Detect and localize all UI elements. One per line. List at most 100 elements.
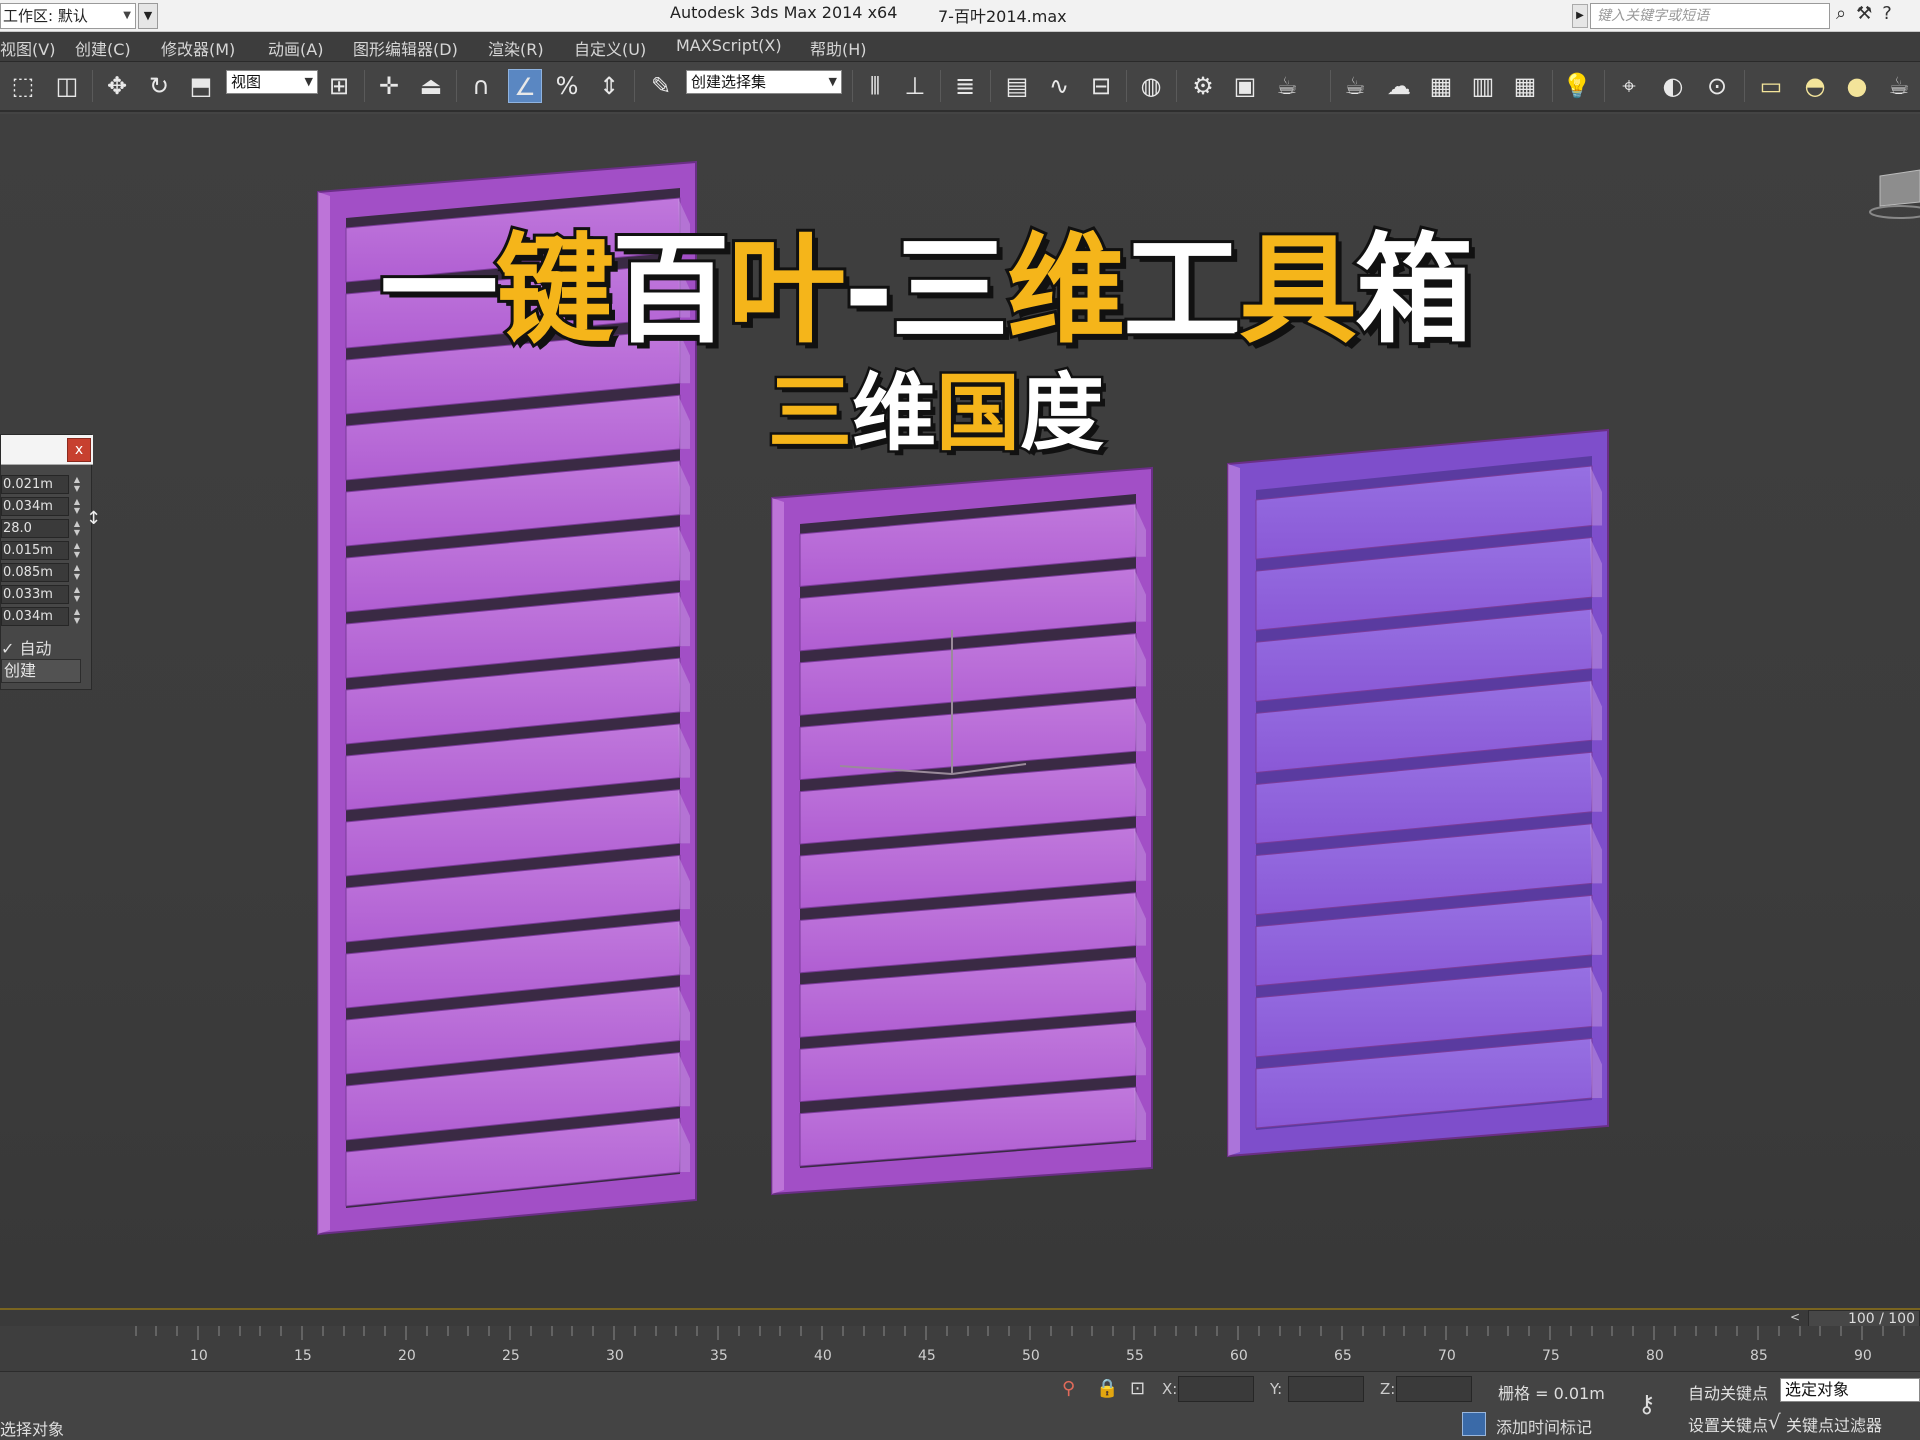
keyboard-shortcut-override-icon[interactable]: ⏏ bbox=[414, 69, 448, 103]
param-field[interactable]: 0.021m bbox=[1, 475, 69, 494]
media-icon[interactable]: ▦ bbox=[1424, 69, 1458, 103]
overlay-char: - bbox=[841, 218, 896, 362]
toolbar-separator bbox=[1126, 70, 1127, 102]
track-bar[interactable]: 10152025303540455055606570758085909510 bbox=[0, 1326, 1920, 1372]
cloud-render-icon[interactable]: ☁ bbox=[1382, 69, 1416, 103]
overlay-title-text: 一键百叶-三维工具箱 bbox=[377, 218, 1476, 362]
time-slider[interactable]: < 100 / 100 bbox=[0, 1308, 1920, 1328]
schematic-view-icon[interactable]: ⊟ bbox=[1084, 69, 1118, 103]
menu-customize[interactable]: 自定义(U) bbox=[574, 36, 646, 60]
y-coord-label: Y: bbox=[1270, 1380, 1283, 1398]
menu-rendering[interactable]: 渲染(R) bbox=[488, 36, 544, 60]
render-production-icon[interactable]: ☕ bbox=[1270, 69, 1304, 103]
key-mode-select[interactable]: 选定对象 bbox=[1780, 1378, 1920, 1402]
key-tool-icon[interactable]: ⚒ bbox=[1856, 3, 1882, 24]
set-key-button[interactable]: 设置关键点 bbox=[1688, 1412, 1768, 1436]
rotate-icon[interactable]: ↻ bbox=[142, 69, 176, 103]
spinner-icon[interactable]: ▲ ▼ bbox=[71, 497, 83, 516]
search-expand-icon[interactable]: ▶ bbox=[1572, 4, 1588, 28]
quick-access-dropdown-icon[interactable]: ▼ bbox=[138, 3, 158, 29]
ruler-label: 45 bbox=[918, 1348, 936, 1364]
auto-checkbox[interactable]: ✓ 自动 bbox=[1, 635, 52, 659]
spinner-icon[interactable]: ▲ ▼ bbox=[71, 563, 83, 582]
scale-icon[interactable]: ⬒ bbox=[184, 69, 218, 103]
sphere-half-icon[interactable]: ◐ bbox=[1656, 69, 1690, 103]
material-editor-icon[interactable]: ◍ bbox=[1134, 69, 1168, 103]
teapot-icon[interactable]: ☕ bbox=[1338, 69, 1372, 103]
search-input[interactable]: 键入关键字或短语 bbox=[1590, 3, 1830, 29]
viewcube-icon[interactable] bbox=[1869, 169, 1920, 219]
x-coord-field[interactable] bbox=[1178, 1376, 1254, 1402]
spinner-icon[interactable]: ▲ ▼ bbox=[71, 607, 83, 626]
curve-editor-icon[interactable]: ∿ bbox=[1042, 69, 1076, 103]
pivot-center-icon[interactable]: ⊞ bbox=[322, 69, 356, 103]
select-manipulate-icon[interactable]: ✛ bbox=[372, 69, 406, 103]
menu-help[interactable]: 帮助(H) bbox=[810, 36, 867, 60]
toolbar-separator bbox=[1744, 70, 1745, 102]
param-field[interactable]: 0.085m bbox=[1, 563, 69, 582]
param-field[interactable]: 0.015m bbox=[1, 541, 69, 560]
file-title: 7-百叶2014.max bbox=[938, 7, 1067, 26]
reference-coordinate-select[interactable]: 视图 ▼ bbox=[226, 70, 318, 94]
previous-frame-icon[interactable]: < bbox=[1783, 1310, 1807, 1326]
toolbar-separator bbox=[1330, 70, 1331, 102]
param-field[interactable]: 28.0 bbox=[1, 519, 69, 538]
y-coord-field[interactable] bbox=[1288, 1376, 1364, 1402]
time-tag-icon[interactable] bbox=[1462, 1412, 1486, 1436]
spinner-icon[interactable]: ▲ ▼ bbox=[71, 585, 83, 604]
selection-lock-icon[interactable]: 🔒 bbox=[1096, 1378, 1118, 1399]
named-selection-set-select[interactable]: 创建选择集 ▼ bbox=[686, 70, 842, 94]
spinner-icon[interactable]: ▲ ▼ bbox=[71, 519, 83, 538]
spinner-icon[interactable]: ▲ ▼ bbox=[71, 541, 83, 560]
panel-icon[interactable]: ▥ bbox=[1466, 69, 1500, 103]
param-field[interactable]: 0.034m bbox=[1, 497, 69, 516]
perspective-viewport[interactable]: 一键百叶-三维工具箱 三维国度 bbox=[0, 114, 1920, 1308]
ruler-label: 10 bbox=[190, 1348, 208, 1364]
edit-named-selection-icon[interactable]: ✎ bbox=[644, 69, 678, 103]
layer-manager-icon[interactable]: ≣ bbox=[948, 69, 982, 103]
render-setup-icon[interactable]: ⚙ bbox=[1186, 69, 1220, 103]
spinner-snap-icon[interactable]: ⇕ bbox=[592, 69, 626, 103]
snaps-toggle-icon[interactable]: ∩ bbox=[464, 69, 498, 103]
auto-key-button[interactable]: 自动关键点 bbox=[1688, 1380, 1768, 1404]
workspace-selector[interactable]: 工作区: 默认 ▼ bbox=[0, 3, 136, 29]
key-filters-button[interactable]: 关键点过滤器 bbox=[1786, 1412, 1882, 1436]
create-button[interactable]: 创建 bbox=[1, 659, 81, 683]
grid-panel-icon[interactable]: ▦ bbox=[1508, 69, 1542, 103]
light-bulb-icon[interactable]: 💡 bbox=[1560, 69, 1594, 103]
help-icon[interactable]: ? bbox=[1882, 3, 1902, 24]
menu-graph-editors[interactable]: 图形编辑器(D) bbox=[353, 36, 458, 60]
spinner-icon[interactable]: ▲ ▼ bbox=[71, 475, 83, 494]
isolate-selection-icon[interactable]: ⚲ bbox=[1062, 1378, 1075, 1399]
menu-view[interactable]: 视图(V) bbox=[0, 36, 55, 60]
rendered-frame-window-icon[interactable]: ▣ bbox=[1228, 69, 1262, 103]
ruler-label: 30 bbox=[606, 1348, 624, 1364]
align-icon[interactable]: ⊥ bbox=[898, 69, 932, 103]
video-camera-icon[interactable]: ⊙ bbox=[1700, 69, 1734, 103]
menu-create[interactable]: 创建(C) bbox=[75, 36, 131, 60]
percent-snap-icon[interactable]: % bbox=[550, 69, 584, 103]
dialog-header[interactable]: x bbox=[1, 435, 93, 465]
binoculars-icon[interactable]: ⌕ bbox=[1836, 3, 1856, 24]
menu-maxscript[interactable]: MAXScript(X) bbox=[676, 36, 782, 55]
graphite-tools-icon[interactable]: ▤ bbox=[1000, 69, 1034, 103]
set-key-icon[interactable]: ⚷ bbox=[1638, 1390, 1656, 1418]
menu-animation[interactable]: 动画(A) bbox=[268, 36, 323, 60]
select-region-icon[interactable]: ⬚ bbox=[6, 69, 40, 103]
move-icon[interactable]: ✥ bbox=[100, 69, 134, 103]
mirror-icon[interactable]: ⫴ bbox=[858, 69, 892, 103]
absolute-mode-icon[interactable]: ⊡ bbox=[1130, 1378, 1145, 1399]
add-time-tag[interactable]: 添加时间标记 bbox=[1496, 1414, 1592, 1438]
close-icon[interactable]: x bbox=[67, 438, 91, 462]
teapot-object-icon[interactable]: ☕ bbox=[1882, 69, 1916, 103]
param-field[interactable]: 0.033m bbox=[1, 585, 69, 604]
window-crossing-icon[interactable]: ◫ bbox=[50, 69, 84, 103]
plane-icon[interactable]: ▭ bbox=[1754, 69, 1788, 103]
camera-icon[interactable]: ⌖ bbox=[1612, 69, 1646, 103]
dome-icon[interactable]: ◓ bbox=[1798, 69, 1832, 103]
sphere-icon[interactable]: ● bbox=[1840, 69, 1874, 103]
param-field[interactable]: 0.034m bbox=[1, 607, 69, 626]
z-coord-field[interactable] bbox=[1396, 1376, 1472, 1402]
angle-snap-icon[interactable]: ∠ bbox=[508, 69, 542, 103]
menu-modifiers[interactable]: 修改器(M) bbox=[161, 36, 235, 60]
